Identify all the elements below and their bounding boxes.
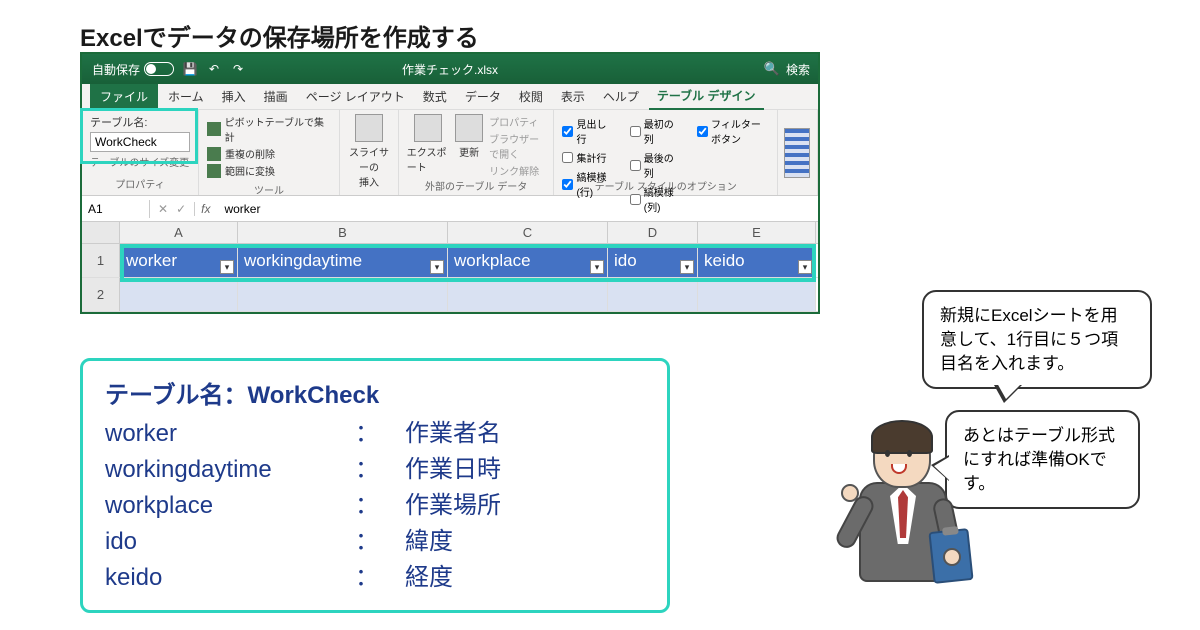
fb-confirm-icon[interactable]: ✓ — [176, 202, 186, 216]
pivot-icon — [207, 122, 221, 136]
cell-B2[interactable] — [238, 278, 448, 311]
page-title: Excelでデータの保存場所を作成する — [80, 18, 479, 53]
fx-icon[interactable]: fx — [195, 202, 216, 216]
search-label: 検索 — [786, 61, 810, 78]
filename: 作業チェック.xlsx — [402, 61, 498, 78]
undo-icon[interactable]: ↶ — [206, 61, 222, 77]
ribbon-properties: テーブル名: テーブルのサイズ変更 プロパティ — [82, 110, 199, 195]
legend-row: ido：緯度 — [105, 524, 645, 560]
export-icon — [414, 114, 442, 142]
pivot-button[interactable]: ピボットテーブルで集計 — [207, 114, 331, 144]
cell-D1[interactable]: ido▾ — [608, 244, 698, 277]
cell-C1[interactable]: workplace▾ — [448, 244, 608, 277]
legend-row: keido：経度 — [105, 560, 645, 596]
table-resize-button[interactable]: テーブルのサイズ変更 — [90, 154, 190, 169]
character-illustration — [835, 420, 975, 610]
autosave-toggle[interactable]: 自動保存 — [92, 61, 174, 78]
group-label-opts: テーブル スタイルのオプション — [554, 178, 777, 193]
col-header-A[interactable]: A — [120, 222, 238, 243]
chk-total[interactable]: 集計行 — [562, 150, 609, 165]
ext-unlink[interactable]: リンク解除 — [489, 163, 545, 178]
group-label-props: プロパティ — [90, 176, 190, 191]
group-label-ext: 外部のテーブル データ — [399, 178, 554, 193]
dedup-icon — [207, 147, 221, 161]
chk-first[interactable]: 最初の列 — [630, 116, 677, 146]
menu-pagelayout[interactable]: ページ レイアウト — [298, 84, 413, 109]
filter-icon[interactable]: ▾ — [220, 260, 234, 274]
menubar: ファイル ホーム 挿入 描画 ページ レイアウト 数式 データ 校閲 表示 ヘル… — [82, 84, 818, 110]
excel-window: 自動保存 💾 ↶ ↷ 作業チェック.xlsx 🔍 検索 ファイル ホーム 挿入 … — [80, 52, 820, 314]
menu-help[interactable]: ヘルプ — [595, 84, 647, 109]
ext-browser[interactable]: ブラウザーで開く — [489, 131, 545, 161]
chk-header[interactable]: 見出し行 — [562, 116, 609, 146]
menu-draw[interactable]: 描画 — [256, 84, 296, 109]
legend-box: テーブル名：WorkCheck worker：作業者名workingdaytim… — [80, 358, 670, 613]
ribbon-styles[interactable] — [778, 110, 818, 195]
col-header-E[interactable]: E — [698, 222, 816, 243]
cell-E2[interactable] — [698, 278, 816, 311]
menu-review[interactable]: 校閲 — [511, 84, 551, 109]
legend-row: workplace：作業場所 — [105, 488, 645, 524]
table-name-label: テーブル名: — [90, 114, 190, 130]
redo-icon[interactable]: ↷ — [230, 61, 246, 77]
col-header-D[interactable]: D — [608, 222, 698, 243]
row-header-1[interactable]: 1 — [82, 244, 120, 277]
name-box[interactable]: A1 — [82, 200, 150, 218]
legend-row: worker：作業者名 — [105, 416, 645, 452]
cell-A2[interactable] — [120, 278, 238, 311]
menu-view[interactable]: 表示 — [553, 84, 593, 109]
col-header-B[interactable]: B — [238, 222, 448, 243]
group-label-tools: ツール — [207, 182, 331, 197]
filter-icon[interactable]: ▾ — [430, 260, 444, 274]
dedup-button[interactable]: 重複の削除 — [207, 146, 331, 161]
fb-cancel-icon[interactable]: ✕ — [158, 202, 168, 216]
titlebar: 自動保存 💾 ↶ ↷ 作業チェック.xlsx 🔍 検索 — [82, 54, 818, 84]
legend-title: テーブル名：WorkCheck — [105, 375, 645, 410]
cell-C2[interactable] — [448, 278, 608, 311]
menu-home[interactable]: ホーム — [160, 84, 212, 109]
menu-file[interactable]: ファイル — [90, 84, 158, 109]
legend-row: workingdaytime：作業日時 — [105, 452, 645, 488]
table-style-icon — [784, 128, 810, 178]
row-header-2[interactable]: 2 — [82, 278, 120, 311]
slicer-icon — [355, 114, 383, 142]
filter-icon[interactable]: ▾ — [590, 260, 604, 274]
chk-last[interactable]: 最後の列 — [630, 150, 677, 180]
slicer-button[interactable]: スライサーの 挿入 — [348, 114, 390, 189]
cell-B1[interactable]: workingdaytime▾ — [238, 244, 448, 277]
chk-filter[interactable]: フィルター ボタン — [697, 116, 769, 146]
ribbon-options: 見出し行 集計行 縞模様 (行) 最初の列 最後の列 縞模様 (列) フィルター… — [554, 110, 778, 195]
ribbon-slicer: スライサーの 挿入 — [340, 110, 399, 195]
filter-icon[interactable]: ▾ — [798, 260, 812, 274]
formula-value[interactable]: worker — [216, 200, 268, 218]
menu-tabledesign[interactable]: テーブル デザイン — [649, 83, 764, 110]
menu-data[interactable]: データ — [457, 84, 509, 109]
menu-insert[interactable]: 挿入 — [214, 84, 254, 109]
ribbon: テーブル名: テーブルのサイズ変更 プロパティ ピボットテーブルで集計 重複の削… — [82, 110, 818, 196]
table-name-input[interactable] — [90, 132, 190, 152]
speech-bubble-1: 新規にExcelシートを用意して、1行目に５つ項目名を入れます。 — [922, 290, 1152, 389]
filter-icon[interactable]: ▾ — [680, 260, 694, 274]
grid: A B C D E 1 worker▾ workingdaytime▾ work… — [82, 222, 818, 312]
range-icon — [207, 164, 221, 178]
refresh-icon — [455, 114, 483, 142]
cell-E1[interactable]: keido▾ — [698, 244, 816, 277]
range-button[interactable]: 範囲に変換 — [207, 163, 331, 178]
search-icon: 🔍 — [764, 61, 780, 77]
autosave-label: 自動保存 — [92, 61, 140, 78]
save-icon[interactable]: 💾 — [182, 61, 198, 77]
search-box[interactable]: 🔍 検索 — [764, 61, 810, 78]
ext-prop[interactable]: プロパティ — [489, 114, 545, 129]
formula-bar: A1 ✕ ✓ fx worker — [82, 196, 818, 222]
menu-formulas[interactable]: 数式 — [415, 84, 455, 109]
ribbon-tools: ピボットテーブルで集計 重複の削除 範囲に変換 ツール — [199, 110, 340, 195]
select-all[interactable] — [82, 222, 120, 243]
cell-D2[interactable] — [608, 278, 698, 311]
cell-A1[interactable]: worker▾ — [120, 244, 238, 277]
col-header-C[interactable]: C — [448, 222, 608, 243]
ribbon-external: エクスポート 更新 プロパティ ブラウザーで開く リンク解除 外部のテーブル デ… — [399, 110, 555, 195]
